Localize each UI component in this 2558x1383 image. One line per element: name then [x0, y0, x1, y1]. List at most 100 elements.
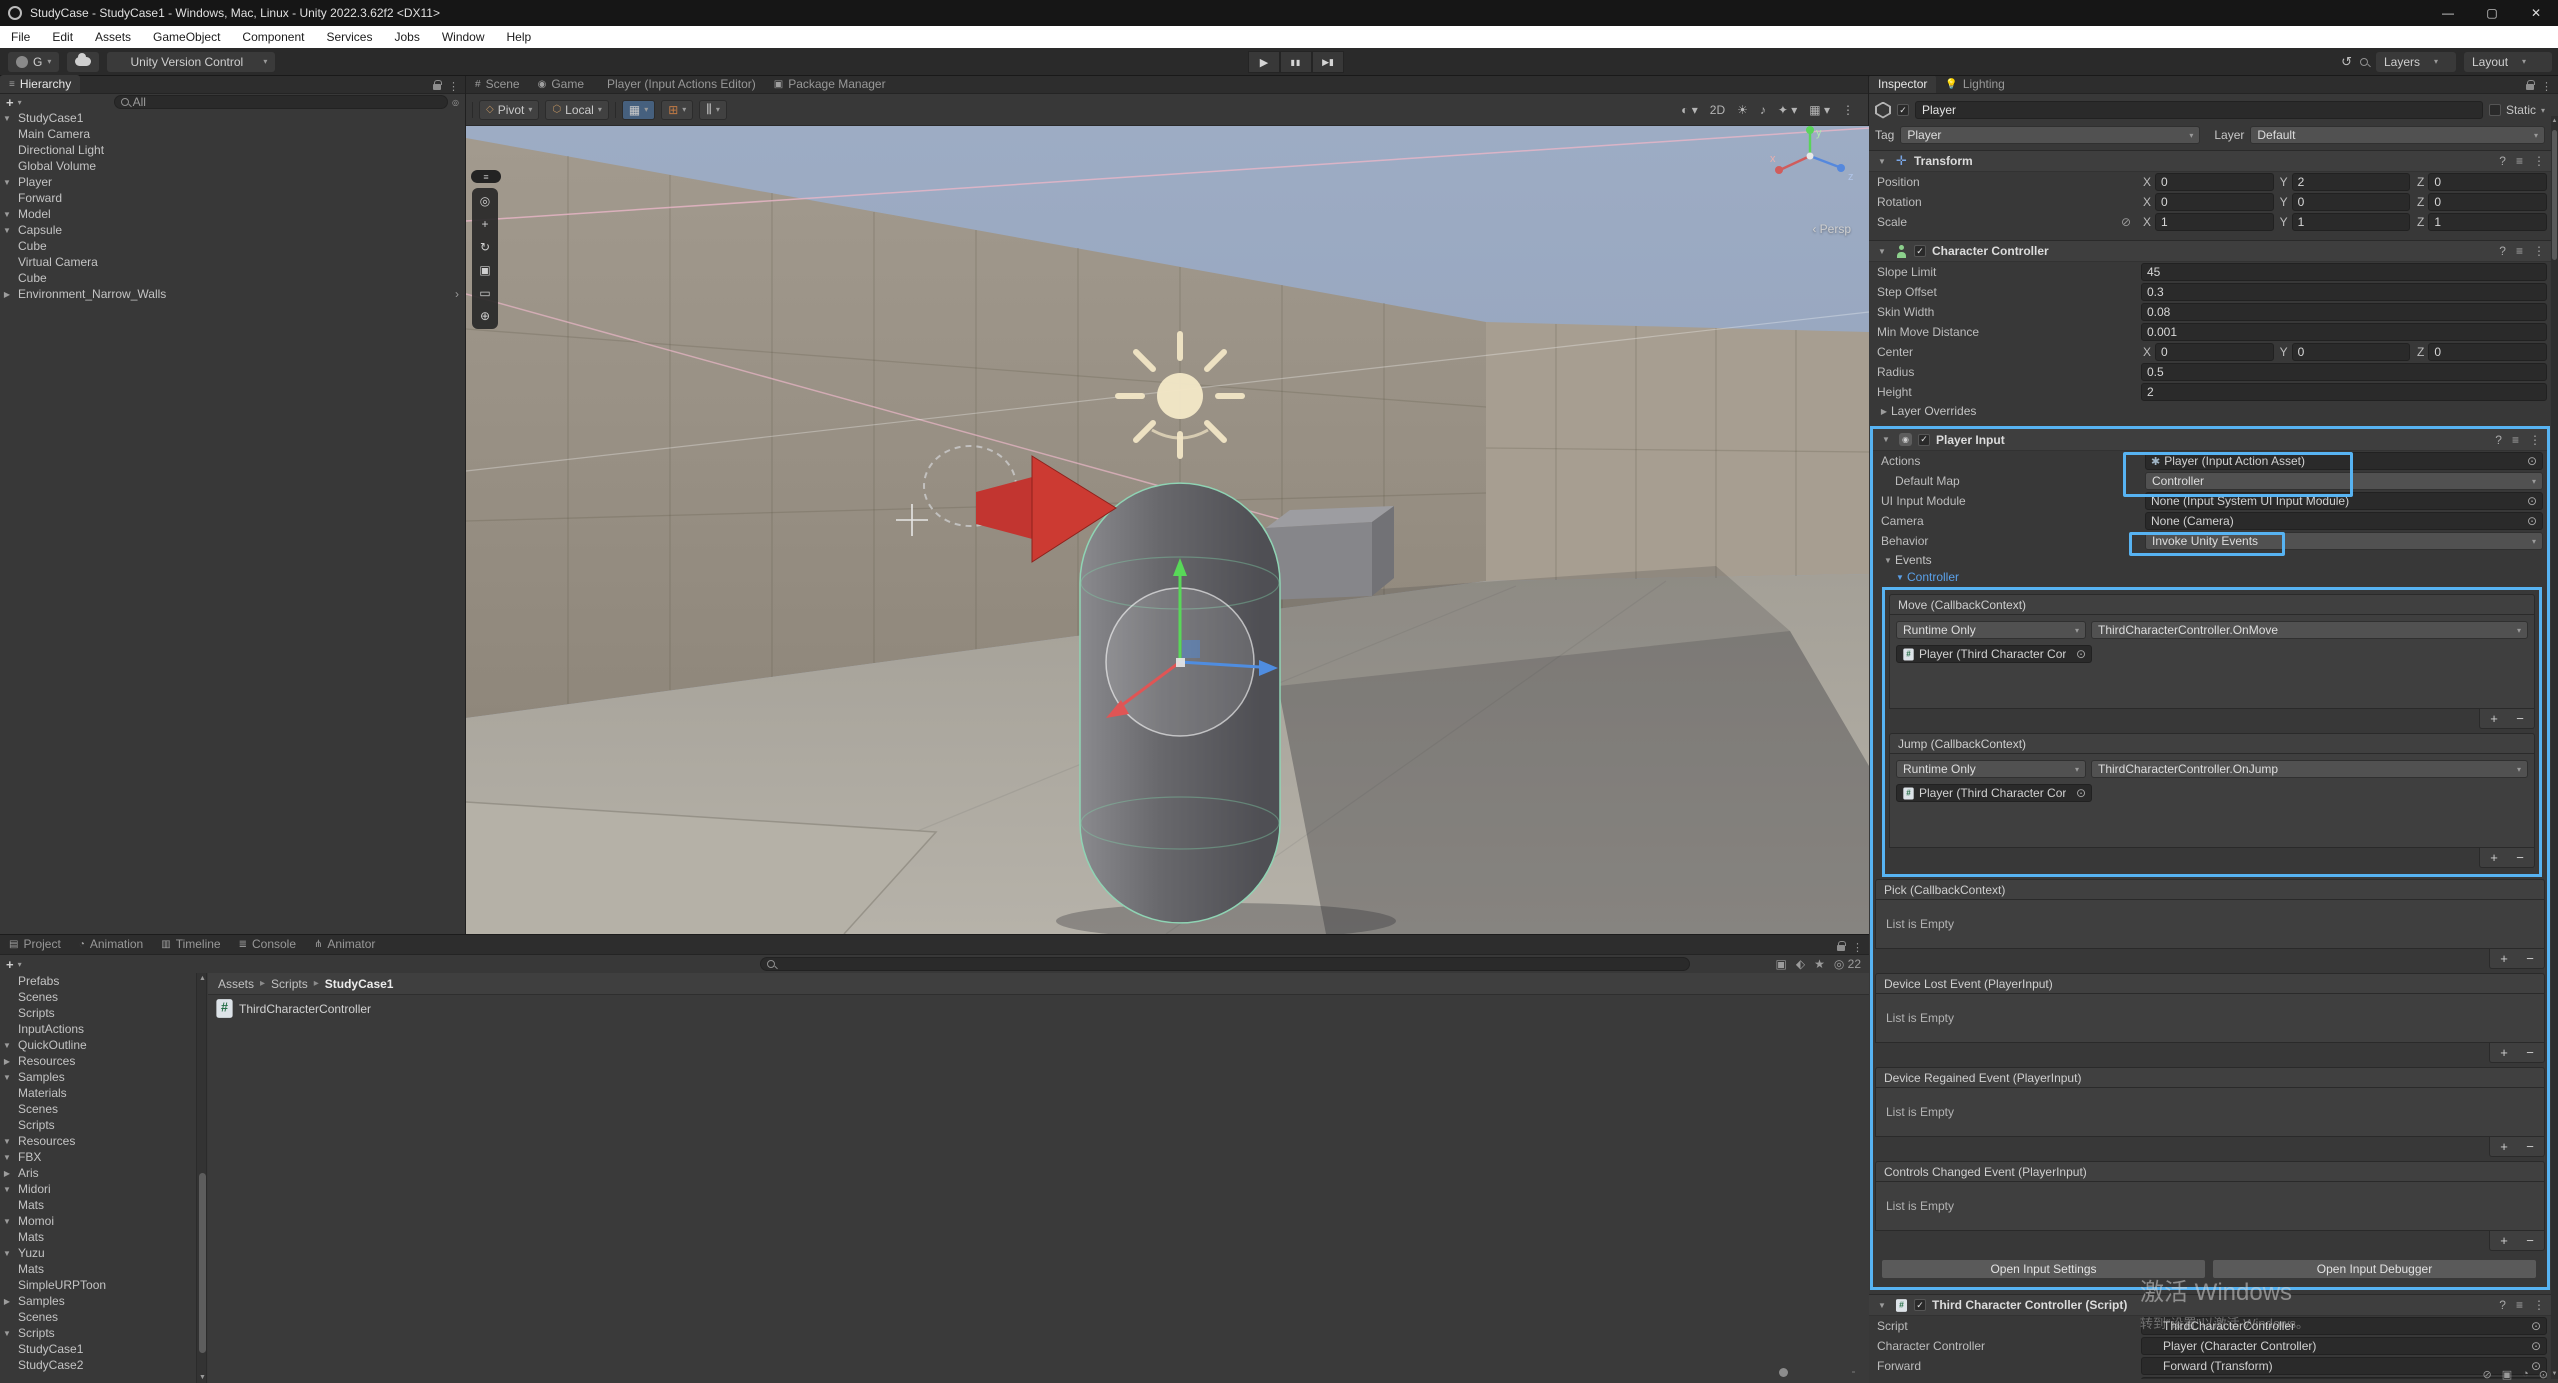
save-search-icon[interactable]: ★	[1814, 957, 1825, 971]
remove-event-button[interactable]: −	[2508, 848, 2532, 866]
active-checkbox[interactable]: ✓	[1897, 104, 1909, 116]
search-icon[interactable]	[2360, 54, 2368, 69]
foldout-arrow[interactable]: ▼	[1875, 247, 1889, 256]
remove-event-button[interactable]: −	[2518, 1137, 2542, 1155]
handle-orientation-toggle[interactable]: ⬡Local▾	[545, 100, 608, 120]
asset-item[interactable]: ThirdCharacterController	[208, 995, 1869, 1016]
folder-item[interactable]: Materials	[0, 1085, 196, 1101]
version-control-dropdown[interactable]: Unity Version Control ▾	[107, 52, 275, 72]
add-gameobject-button[interactable]: +	[6, 95, 14, 110]
default-map-dropdown[interactable]: Controller▾	[2145, 472, 2543, 490]
folder-item[interactable]: Mats	[0, 1197, 196, 1213]
cloud-button[interactable]	[67, 52, 99, 72]
bottom-panel-tab[interactable]: ▥ Timeline	[152, 934, 229, 954]
bottom-panel-tab[interactable]: ▤ Project	[0, 934, 70, 954]
y-field[interactable]: 0	[2292, 343, 2411, 361]
scene-view-option-icon[interactable]: ▦ ▾	[1809, 103, 1830, 117]
status-icon[interactable]: ▣	[2502, 1368, 2512, 1381]
foldout-arrow[interactable]: ▼	[0, 226, 14, 235]
hierarchy-item[interactable]: Directional Light	[0, 142, 465, 158]
bottom-panel-tab[interactable]: ◔ Animation	[70, 934, 152, 954]
play-button[interactable]: ▶	[1248, 51, 1280, 73]
object-picker-icon[interactable]: ⊙	[2076, 647, 2086, 661]
static-checkbox[interactable]	[2489, 104, 2501, 116]
tool-button[interactable]: ⊕	[474, 305, 496, 327]
object-picker-icon[interactable]: ⊙	[2531, 1319, 2541, 1333]
foldout-arrow[interactable]: ▼	[0, 1249, 14, 1258]
inspector-scrollbar[interactable]: ▲▼	[2551, 116, 2558, 1379]
enabled-checkbox[interactable]: ✓	[1914, 1299, 1926, 1311]
tag-dropdown[interactable]: Player▾	[1900, 126, 2200, 144]
breadcrumb-scripts[interactable]: Scripts	[271, 977, 308, 991]
increment-snap-button[interactable]: ⊞▾	[661, 100, 693, 120]
scene-area-tab[interactable]: ◉ Game	[529, 75, 593, 93]
z-field[interactable]: 0	[2428, 343, 2547, 361]
scene-view-option-icon[interactable]: ♪	[1760, 103, 1766, 117]
hierarchy-item[interactable]: ▼ Model	[0, 206, 465, 222]
foldout-arrow[interactable]: ▼	[0, 1185, 14, 1194]
menu-item[interactable]: Services	[315, 30, 383, 44]
tab-hierarchy[interactable]: ≡ Hierarchy	[0, 75, 80, 93]
foldout-arrow[interactable]: ▼	[1875, 157, 1889, 166]
foldout-arrow[interactable]: ▼	[0, 1137, 14, 1146]
value-field[interactable]: 2	[2141, 383, 2547, 401]
folder-item[interactable]: Scenes	[0, 1101, 196, 1117]
object-field[interactable]: Player (Character Controller) ⊙	[2141, 1337, 2547, 1355]
foldout-arrow[interactable]: ▼	[0, 1153, 14, 1162]
folder-item[interactable]: ▶ Aris	[0, 1165, 196, 1181]
scene-viewport[interactable]: x y z ≡ ◎+↻▣▭⊕ ‹ Persp	[466, 126, 1869, 934]
menu-item[interactable]: File	[0, 30, 41, 44]
add-event-button[interactable]: +	[2492, 1231, 2516, 1249]
foldout-arrow[interactable]: ▶	[0, 1297, 14, 1306]
foldout-arrow[interactable]: ▼	[0, 1329, 14, 1338]
tool-button[interactable]: ▭	[474, 282, 496, 304]
folder-item[interactable]: Mats	[0, 1261, 196, 1277]
asset-zoom-slider[interactable]	[1779, 1367, 1855, 1377]
player-input-header[interactable]: ▼ ◉ ✓ Player Input ?≡⋮	[1873, 429, 2547, 451]
folder-item[interactable]: ▶ Resources	[0, 1053, 196, 1069]
hierarchy-item[interactable]: Global Volume	[0, 158, 465, 174]
scene-area-tab[interactable]: # Scene	[466, 75, 529, 93]
menu-item[interactable]: Edit	[41, 30, 84, 44]
hierarchy-item[interactable]: Cube	[0, 270, 465, 286]
foldout-arrow[interactable]: ▶	[0, 1057, 14, 1066]
enabled-checkbox[interactable]: ✓	[1918, 434, 1930, 446]
gameobject-name-field[interactable]: Player	[1915, 101, 2483, 119]
project-search-input[interactable]	[760, 957, 1690, 971]
folder-item[interactable]: Scenes	[0, 989, 196, 1005]
add-event-button[interactable]: +	[2492, 949, 2516, 967]
grid-snap-button[interactable]: ▦▾	[622, 100, 655, 120]
behavior-dropdown[interactable]: Invoke Unity Events▾	[2145, 532, 2543, 550]
add-event-button[interactable]: +	[2492, 1137, 2516, 1155]
tool-button[interactable]: +	[474, 213, 496, 235]
event-mode-dropdown[interactable]: Runtime Only▾	[1896, 760, 2086, 778]
folder-item[interactable]: ▼ FBX	[0, 1149, 196, 1165]
bottom-panel-tab[interactable]: ≣ Console	[230, 934, 305, 954]
object-picker-icon[interactable]: ⊙	[2527, 494, 2537, 508]
undo-history-icon[interactable]: ↺	[2341, 54, 2352, 70]
ui-module-object-field[interactable]: None (Input System UI Input Module)⊙	[2145, 492, 2543, 510]
foldout-arrow[interactable]: ▶	[0, 290, 14, 299]
tree-scrollbar[interactable]: ▲▼	[196, 973, 207, 1383]
maximize-button[interactable]: ▢	[2470, 0, 2514, 26]
folder-item[interactable]: ▼ Resources	[0, 1133, 196, 1149]
folder-item[interactable]: ▼ Momoi	[0, 1213, 196, 1229]
panel-menu-icon[interactable]: ⋮	[448, 80, 459, 93]
scene-view-option-icon[interactable]: ⋮	[1842, 103, 1854, 117]
menu-item[interactable]: Help	[496, 30, 543, 44]
snap-settings-button[interactable]: ⫼▾	[699, 100, 727, 120]
panel-menu-icon[interactable]: ⋮	[1852, 941, 1863, 954]
layer-overrides-foldout[interactable]: ▶Layer Overrides	[1869, 402, 2551, 420]
prefab-open-chevron[interactable]: ›	[455, 287, 459, 301]
component-menu-icon[interactable]: ⋮	[2533, 1298, 2545, 1312]
add-event-button[interactable]: +	[2492, 1043, 2516, 1061]
third-character-controller-header[interactable]: ▼ ✓ Third Character Controller (Script) …	[1869, 1294, 2551, 1316]
chevron-down-icon[interactable]: ▾	[18, 98, 22, 107]
step-button[interactable]: ▶▮	[1312, 51, 1344, 73]
layers-dropdown[interactable]: Layers▾	[2376, 52, 2456, 72]
help-icon[interactable]: ?	[2495, 433, 2502, 447]
static-dropdown-icon[interactable]: ▾	[2541, 106, 2545, 115]
event-function-dropdown[interactable]: ThirdCharacterController.OnJump▾	[2091, 760, 2528, 778]
folder-item[interactable]: ▼ Samples	[0, 1069, 196, 1085]
x-field[interactable]: 0	[2155, 173, 2274, 191]
